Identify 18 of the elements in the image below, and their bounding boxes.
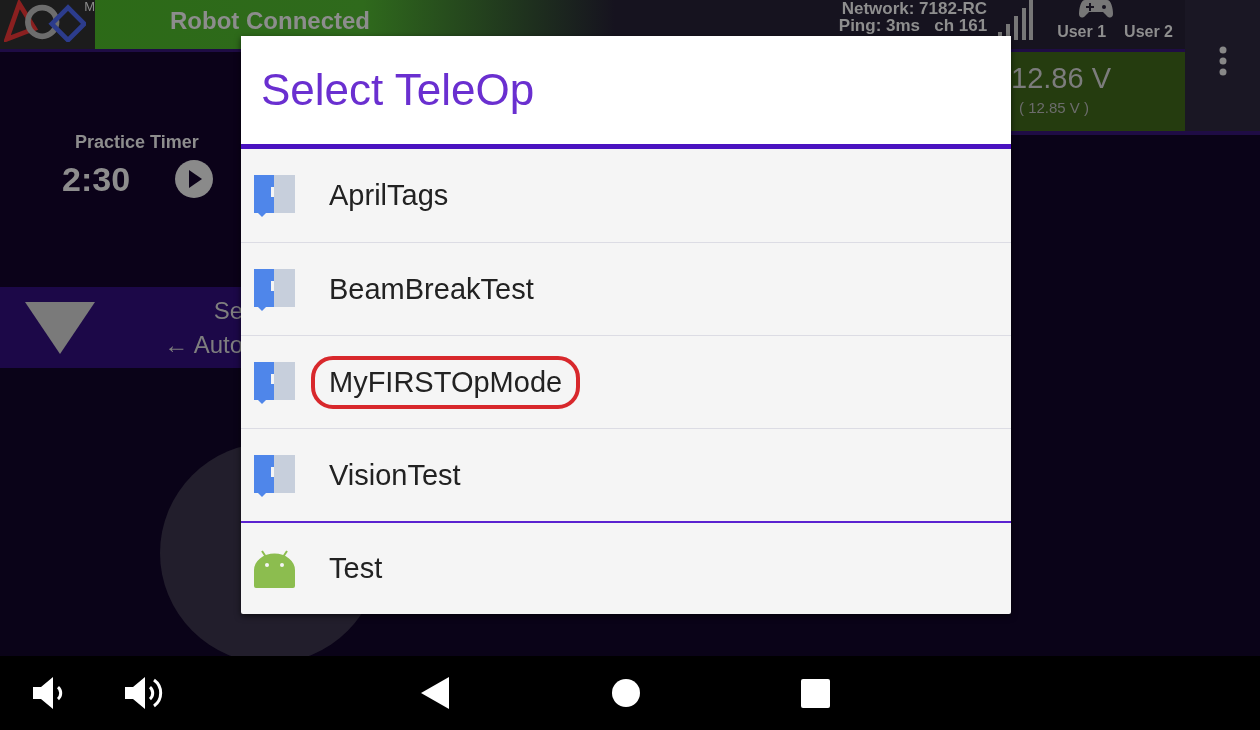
op-mode-text: Se [213, 296, 243, 325]
battery-voltage: 12.86 V [1011, 62, 1112, 95]
ping-info: Ping: 3ms ch 161 [838, 17, 988, 34]
op-mode-name: Test [328, 551, 384, 586]
timer-label: Practice Timer [75, 132, 200, 153]
op-mode-name: MyFIRSTOpMode [311, 355, 581, 409]
user-label: User 1 [1057, 23, 1107, 41]
connection-status: Robot Connected [170, 6, 370, 36]
op-mode-text: ← Auto [164, 330, 243, 359]
op-mode-name: AprilTags [328, 178, 450, 213]
min-voltage: ( 12.85 V ) [1019, 99, 1091, 116]
user-label: User 2 [1124, 23, 1173, 41]
timer-time: 2:30 [62, 159, 131, 199]
dialog-title: Select TeleOp [261, 65, 535, 115]
op-mode-name: BeamBreakTest [328, 271, 535, 307]
network-name: Network: 7182-RC [841, 0, 988, 17]
logo-mark: M [84, 0, 95, 14]
op-mode-name: VisionTest [328, 457, 462, 493]
